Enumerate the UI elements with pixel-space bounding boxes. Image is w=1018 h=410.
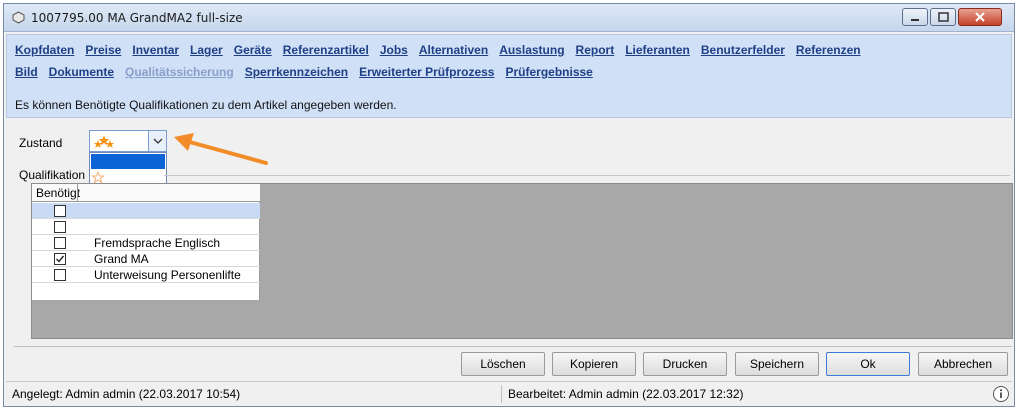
qualification-name: Unterweisung Personenlifte xyxy=(94,268,241,282)
info-icon[interactable] xyxy=(992,385,1010,403)
tab-lager[interactable]: Lager xyxy=(190,43,223,57)
button-bar-divider xyxy=(14,346,1012,347)
tab-lieferanten[interactable]: Lieferanten xyxy=(625,43,690,57)
tab-report[interactable]: Report xyxy=(576,43,615,57)
qualification-name: Fremdsprache Englisch xyxy=(94,236,221,250)
edited-info: Bearbeitet: Admin admin (22.03.2017 12:3… xyxy=(508,387,744,401)
grid-header: Benötigt xyxy=(32,184,260,202)
status-bar: Angelegt: Admin admin (22.03.2017 10:54)… xyxy=(6,381,1012,405)
qualifikation-label: Qualifikation xyxy=(19,168,86,182)
article-header-panel: Kopfdaten Preise Inventar Lager Geräte Refere… xyxy=(6,34,1012,118)
tab-referenzartikel[interactable]: Referenzartikel xyxy=(283,43,369,57)
app-icon xyxy=(12,11,25,24)
tab-qualitätssicherung[interactable]: Qualitätssicherung xyxy=(125,65,234,79)
created-info: Angelegt: Admin admin (22.03.2017 10:54) xyxy=(12,387,241,401)
three-star-icon xyxy=(94,135,114,148)
tab-alternativen[interactable]: Alternativen xyxy=(419,43,488,57)
title-bar[interactable]: 1007795.00 MA GrandMA2 full-size xyxy=(4,4,1014,32)
cancel-button[interactable]: Abbrechen xyxy=(918,352,1008,376)
tab-inventar[interactable]: Inventar xyxy=(132,43,179,57)
dropdown-option-empty[interactable] xyxy=(91,154,165,169)
dialog-window: 1007795.00 MA GrandMA2 full-size Kopfdat… xyxy=(3,3,1015,407)
annotation-arrow xyxy=(174,133,268,165)
table-row[interactable]: Fremdsprache Englisch xyxy=(32,235,260,251)
tab-preise[interactable]: Preise xyxy=(85,43,121,57)
table-row[interactable]: Unterweisung Personenlifte xyxy=(32,267,260,283)
qualification-grid: Benötigt Fremdsprache Englisch Grand MA Un… xyxy=(32,184,260,300)
qualification-name: Grand MA xyxy=(94,252,149,266)
tab-sperrkennzeichen[interactable]: Sperrkennzeichen xyxy=(245,65,348,79)
maximize-button[interactable] xyxy=(930,8,956,26)
section-divider xyxy=(164,175,1010,176)
save-button[interactable]: Speichern xyxy=(735,352,819,376)
table-row[interactable]: Grand MA xyxy=(32,251,260,267)
tab-links: Kopfdaten Preise Inventar Lager Geräte Refere… xyxy=(15,43,1005,87)
required-checkbox[interactable] xyxy=(54,269,66,281)
tab-bild[interactable]: Bild xyxy=(15,65,38,79)
tab-jobs[interactable]: Jobs xyxy=(380,43,408,57)
chevron-down-icon xyxy=(153,138,163,144)
zustand-select[interactable] xyxy=(89,130,167,152)
tab-row-1: Kopfdaten Preise Inventar Lager Geräte Refere… xyxy=(15,43,1005,65)
hint-text: Es können Benötigte Qualifikationen zu d… xyxy=(15,98,397,112)
tab-prüfergebnisse[interactable]: Prüfergebnisse xyxy=(505,65,592,79)
tab-kopfdaten[interactable]: Kopfdaten xyxy=(15,43,74,57)
tab-row-2: Bild Dokumente Qualitätssicherung Sperrkenn… xyxy=(15,65,1005,87)
tab-referenzen[interactable]: Referenzen xyxy=(796,43,861,57)
required-checkbox[interactable] xyxy=(54,253,66,265)
table-row[interactable] xyxy=(32,219,260,235)
delete-button[interactable]: Löschen xyxy=(461,352,545,376)
print-button[interactable]: Drucken xyxy=(643,352,727,376)
close-button[interactable] xyxy=(958,8,1002,26)
tab-benutzerfelder[interactable]: Benutzerfelder xyxy=(701,43,785,57)
tab-dokumente[interactable]: Dokumente xyxy=(49,65,114,79)
required-checkbox[interactable] xyxy=(54,237,66,249)
tab-erweiterter-prüfprozess[interactable]: Erweiterter Prüfprozess xyxy=(359,65,494,79)
required-checkbox[interactable] xyxy=(54,205,66,217)
window-title: 1007795.00 MA GrandMA2 full-size xyxy=(31,11,243,25)
zustand-label: Zustand xyxy=(19,136,63,150)
required-checkbox[interactable] xyxy=(54,221,66,233)
minimize-button[interactable] xyxy=(902,8,928,26)
table-row[interactable] xyxy=(32,203,260,219)
dropdown-toggle[interactable] xyxy=(148,131,166,151)
copy-button[interactable]: Kopieren xyxy=(552,352,636,376)
column-header-benoetigt[interactable]: Benötigt xyxy=(36,186,80,200)
tab-auslastung[interactable]: Auslastung xyxy=(499,43,564,57)
tab-geräte[interactable]: Geräte xyxy=(234,43,272,57)
checkmark-icon xyxy=(56,255,65,263)
ok-button[interactable]: Ok xyxy=(826,352,910,376)
